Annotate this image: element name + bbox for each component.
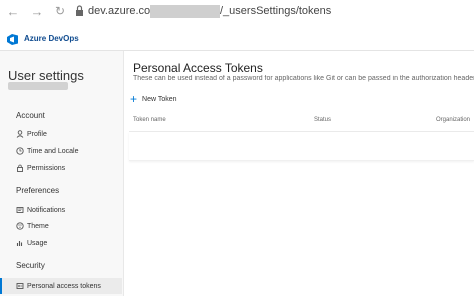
section-security: Security [16, 261, 45, 270]
sidebar-item-label: Time and Locale [27, 147, 79, 155]
clock-icon [16, 147, 24, 155]
url-suffix[interactable]: /_usersSettings/tokens [220, 5, 331, 17]
section-account: Account [16, 111, 45, 120]
sidebar-item-label: Personal access tokens [27, 282, 101, 290]
column-token-name[interactable]: Token name [133, 117, 166, 123]
notifications-icon [16, 207, 24, 213]
sidebar-item-profile[interactable]: Profile [16, 128, 47, 140]
column-status[interactable]: Status [314, 117, 331, 123]
sidebar-item-theme[interactable]: Theme [16, 220, 49, 232]
sidebar-item-usage[interactable]: Usage [16, 237, 47, 249]
sidebar-title: User settings [8, 68, 84, 83]
permissions-lock-icon [17, 164, 23, 172]
brand-name[interactable]: Azure DevOps [24, 34, 79, 43]
section-preferences: Preferences [16, 186, 60, 195]
page-title: Personal Access Tokens [133, 61, 263, 75]
app-header: Azure DevOps [0, 24, 474, 51]
tokens-table-empty-row [129, 132, 474, 161]
new-token-label: New Token [142, 95, 177, 103]
lock-icon [76, 5, 83, 16]
new-token-button[interactable]: + New Token [130, 93, 177, 105]
sidebar-item-label: Theme [27, 222, 49, 230]
sidebar-item-label: Permissions [27, 164, 66, 172]
sidebar-item-personal-access-tokens[interactable]: Personal access tokens [16, 280, 101, 292]
plus-icon: + [130, 92, 138, 106]
token-icon [16, 283, 24, 289]
user-name-redaction [8, 82, 68, 90]
sidebar-item-time-and-locale[interactable]: Time and Locale [16, 145, 79, 157]
browser-toolbar: ← → ↻ dev.azure.com/ /_usersSettings/tok… [0, 0, 474, 24]
sidebar-item-permissions[interactable]: Permissions [16, 162, 65, 174]
sidebar-item-label: Notifications [27, 206, 66, 214]
reload-icon[interactable]: ↻ [53, 3, 67, 19]
usage-icon [16, 241, 23, 246]
theme-icon [16, 222, 24, 230]
page-subtitle: These can be used instead of a password … [133, 75, 474, 82]
tokens-table-header: Token name Status Organization [129, 113, 474, 132]
forward-arrow-icon[interactable]: → [30, 3, 44, 19]
profile-icon [16, 130, 24, 138]
column-organization[interactable]: Organization [436, 117, 470, 123]
azure-devops-logo-icon[interactable] [6, 33, 19, 46]
active-item-indicator [0, 278, 2, 294]
sidebar-item-label: Usage [27, 239, 48, 247]
back-arrow-icon[interactable]: ← [6, 3, 20, 19]
sidebar-item-label: Profile [27, 130, 47, 138]
url-redaction [150, 5, 220, 18]
sidebar-item-notifications[interactable]: Notifications [16, 204, 65, 216]
